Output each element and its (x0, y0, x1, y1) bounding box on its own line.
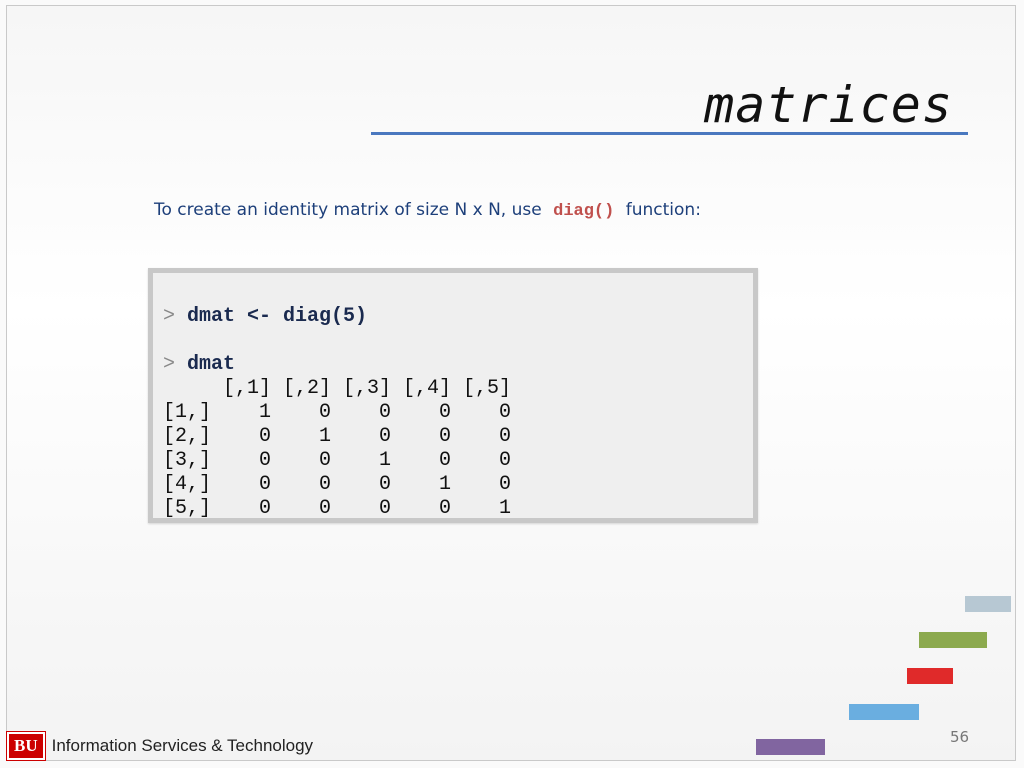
intro-after: function: (625, 200, 701, 220)
decor-bar-gray-blue (965, 596, 1011, 612)
console-output-line: [1,] 1 0 0 0 0 (163, 401, 512, 424)
console-command-line: > dmat (163, 353, 511, 377)
bu-logo: BU (6, 731, 46, 761)
title-underline (371, 132, 968, 135)
decor-bar-blue (849, 704, 919, 720)
intro-code: diag() (553, 202, 615, 221)
console-prompt: > (163, 305, 176, 328)
decor-bar-red (907, 668, 953, 684)
console-prompt: > (163, 353, 176, 376)
console-output-line: [5,] 0 0 0 0 1 (163, 497, 512, 520)
console-command-text: dmat (187, 353, 236, 376)
console-command-line: > dmat <- diag(5) (163, 305, 511, 329)
intro-before: To create an identity matrix of size N x… (154, 200, 542, 220)
console-command-text: dmat <- diag(5) (187, 305, 368, 328)
console-output-line: [3,] 0 0 1 0 0 (163, 449, 512, 472)
decor-bar-purple (756, 739, 825, 755)
console-output-line: [4,] 0 0 0 1 0 (163, 473, 512, 496)
console-output-line: [2,] 0 1 0 0 0 (163, 425, 512, 448)
console-output: > dmat <- diag(5) > dmat [,1] [,2] [,3] [… (163, 305, 511, 521)
slide-title: matrices (704, 76, 953, 134)
decor-bar-green (919, 632, 987, 648)
footer-org-text: Information Services & Technology (51, 736, 314, 755)
intro-text: To create an identity matrix of size N x… (154, 200, 701, 221)
slide: matrices To create an identity matrix of… (6, 5, 1016, 761)
console-output-line: [,1] [,2] [,3] [,4] [,5] (163, 377, 512, 400)
page-number: 56 (950, 728, 970, 746)
code-box: > dmat <- diag(5) > dmat [,1] [,2] [,3] [… (148, 268, 758, 523)
footer: BU Information Services & Technology (6, 731, 313, 761)
